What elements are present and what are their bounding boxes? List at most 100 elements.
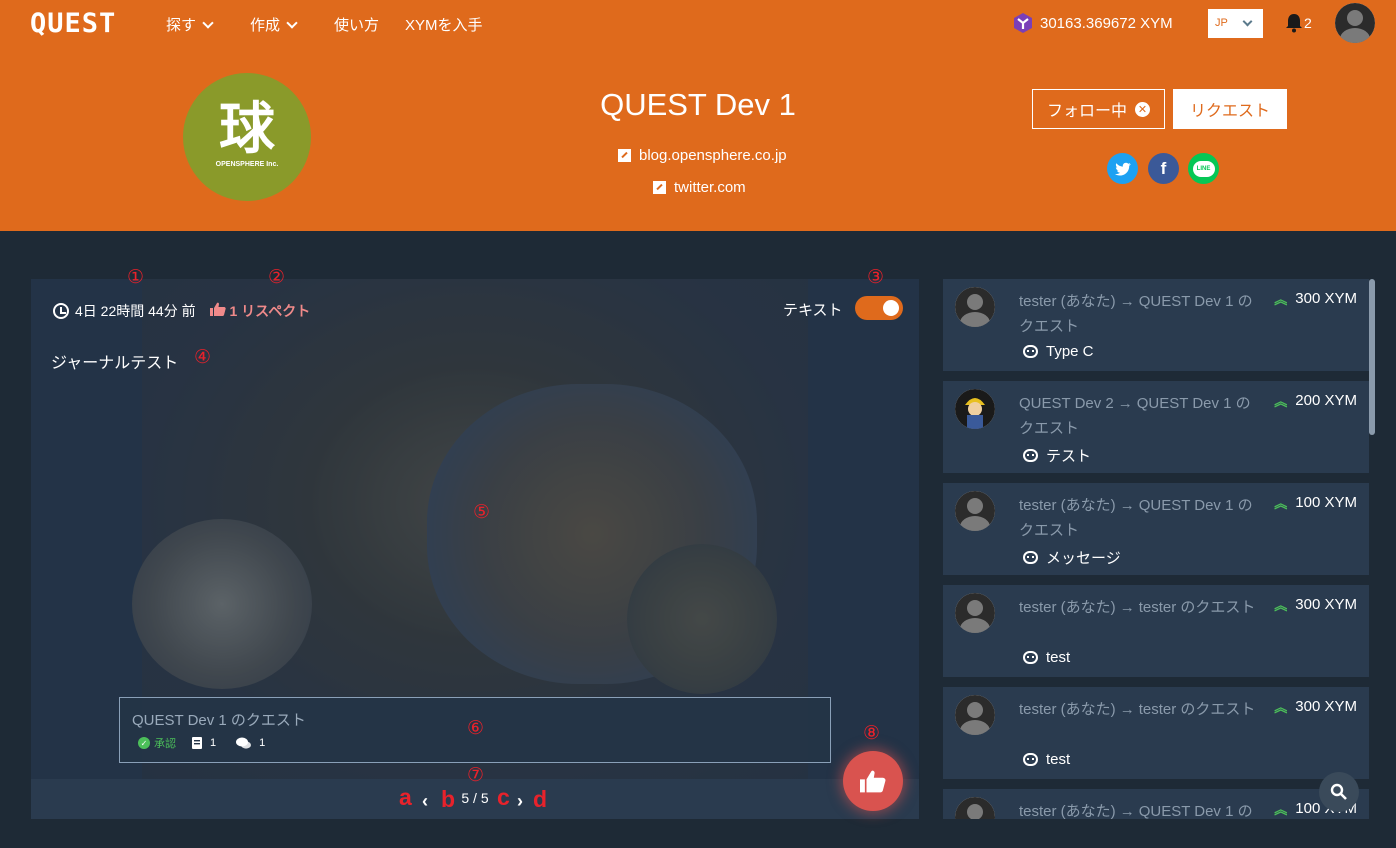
notifications[interactable]: 2: [1285, 13, 1312, 33]
default-avatar-icon: [955, 593, 995, 633]
arrow-right-icon: →: [1119, 497, 1135, 514]
wallet-balance[interactable]: 30163.369672 XYM: [1012, 12, 1173, 34]
clock-icon: [53, 303, 69, 319]
nav-get-xym[interactable]: XYMを入手: [405, 14, 483, 35]
arrow-right-icon: →: [1119, 599, 1135, 616]
annotation-2: ②: [268, 267, 286, 288]
feed-route: tester (あなた) → QUEST Dev 1 の: [1019, 803, 1253, 819]
nav-create[interactable]: 作成: [250, 14, 298, 35]
avatar[interactable]: [955, 287, 995, 327]
comment-count: 1: [259, 737, 266, 749]
chat-bubble-icon: [1023, 551, 1038, 564]
quest-logo[interactable]: QUEST: [30, 8, 116, 39]
comments-icon: [236, 737, 252, 749]
default-avatar-icon: [1335, 3, 1375, 43]
annotation-d: d: [533, 786, 548, 812]
request-button[interactable]: リクエスト: [1173, 89, 1287, 129]
feed-item[interactable]: tester (あなた) → tester のクエスト ︽ 300 XYM test: [943, 687, 1369, 779]
feed-message: Type C: [1023, 343, 1094, 360]
text-toggle-label: テキスト: [783, 302, 843, 319]
feed-route: tester (あなた) → QUEST Dev 1 の クエスト: [1019, 497, 1253, 539]
feed-scrollbar[interactable]: [1369, 279, 1375, 435]
double-chevron-up-icon: ︽: [1274, 700, 1288, 715]
avatar[interactable]: [955, 695, 995, 735]
feed-amount: ︽ 300 XYM: [1274, 290, 1357, 307]
feed-amount: ︽ 300 XYM: [1274, 698, 1357, 715]
feed-message: テスト: [1023, 445, 1091, 466]
next-page-button[interactable]: ›: [517, 791, 523, 812]
thumbs-up-icon: [860, 770, 886, 793]
profile-link-blog[interactable]: blog.opensphere.co.jp: [618, 147, 787, 164]
profile-link-twitter[interactable]: twitter.com: [653, 179, 746, 196]
annotation-1: ①: [127, 267, 145, 288]
document-icon: [192, 737, 202, 749]
chat-bubble-icon: [1023, 345, 1038, 358]
feed-amount: ︽ 200 XYM: [1274, 392, 1357, 409]
feed-item[interactable]: QUEST Dev 2 → QUEST Dev 1 の クエスト ︽ 200 XYM …: [943, 381, 1369, 473]
twitter-icon[interactable]: [1107, 153, 1138, 184]
approved-status: 承認: [154, 738, 176, 750]
feed-amount: ︽ 100 XYM: [1274, 494, 1357, 511]
feed-item[interactable]: tester (あなた) → QUEST Dev 1 の クエスト ︽ 300 XYM…: [943, 279, 1369, 371]
post-meta: 4日 22時間 44分 前 1 リスペクト: [53, 301, 310, 321]
annotation-6: ⑥: [467, 718, 485, 739]
annotation-8: ⑧: [863, 723, 881, 744]
default-avatar-icon: [955, 797, 995, 819]
user-avatar[interactable]: [1335, 3, 1375, 43]
page-indicator: 5 / 5: [461, 790, 489, 806]
avatar[interactable]: [955, 797, 995, 819]
notification-count: 2: [1304, 15, 1312, 31]
facebook-icon[interactable]: f: [1148, 153, 1179, 184]
chat-bubble-icon: [1023, 651, 1038, 664]
respect-count[interactable]: 1 リスペクト: [209, 301, 310, 321]
annotation-b: b: [441, 786, 456, 812]
respect-fab-button[interactable]: [843, 751, 903, 811]
annotation-a: a: [399, 784, 412, 810]
nav-explore[interactable]: 探す: [166, 14, 214, 35]
external-link-icon: [618, 149, 631, 162]
annotation-3: ③: [867, 267, 885, 288]
feed-item[interactable]: tester (あなた) → QUEST Dev 1 の クエスト ︽ 100 XYM…: [943, 483, 1369, 575]
chevron-down-icon: [202, 17, 214, 29]
search-icon: [1330, 783, 1347, 800]
double-chevron-up-icon: ︽: [1274, 802, 1288, 817]
feed-message: test: [1023, 751, 1070, 768]
time-ago: 4日 22時間 44分 前: [75, 303, 196, 319]
feed-route: tester (あなた) → tester のクエスト: [1019, 599, 1256, 616]
feed-item[interactable]: tester (あなた) → tester のクエスト ︽ 300 XYM test: [943, 585, 1369, 677]
thumbs-up-icon: [209, 302, 226, 316]
quest-card-stats: ✓ 承認 1 1: [138, 735, 265, 751]
following-button[interactable]: フォロー中 ✕: [1032, 89, 1165, 129]
avatar[interactable]: [955, 491, 995, 531]
check-icon: ✓: [138, 737, 150, 749]
default-avatar-icon: [955, 491, 995, 531]
support-feed: tester (あなた) → QUEST Dev 1 の クエスト ︽ 300 XYM…: [943, 279, 1369, 819]
arrow-right-icon: →: [1119, 293, 1135, 310]
balance-text: 30163.369672 XYM: [1040, 14, 1173, 32]
arrow-right-icon: →: [1119, 803, 1135, 819]
chat-bubble-icon: [1023, 753, 1038, 766]
nav-howto[interactable]: 使い方: [334, 14, 379, 35]
double-chevron-up-icon: ︽: [1274, 394, 1288, 409]
line-icon[interactable]: LINE: [1188, 153, 1219, 184]
avatar[interactable]: [955, 593, 995, 633]
feed-amount: ︽ 300 XYM: [1274, 596, 1357, 613]
symbol-xym-icon: [1014, 13, 1032, 33]
annotation-c: c: [497, 784, 510, 810]
avatar[interactable]: [955, 389, 995, 429]
language-select[interactable]: JP: [1208, 9, 1263, 38]
feed-message: メッセージ: [1023, 547, 1121, 568]
quest-card-title[interactable]: QUEST Dev 1 のクエスト: [132, 709, 306, 730]
search-button[interactable]: [1319, 772, 1359, 812]
feed-message: test: [1023, 649, 1070, 666]
doc-count: 1: [210, 737, 217, 749]
arrow-right-icon: →: [1119, 701, 1135, 718]
annotation-5: ⑤: [473, 502, 491, 523]
bell-icon: [1286, 14, 1302, 33]
close-icon: ✕: [1135, 101, 1150, 117]
external-link-icon: [653, 181, 666, 194]
double-chevron-up-icon: ︽: [1274, 496, 1288, 511]
feed-item[interactable]: tester (あなた) → QUEST Dev 1 の ︽ 100 XYM: [943, 789, 1369, 819]
text-toggle[interactable]: [855, 296, 903, 320]
arrow-right-icon: →: [1117, 395, 1133, 412]
